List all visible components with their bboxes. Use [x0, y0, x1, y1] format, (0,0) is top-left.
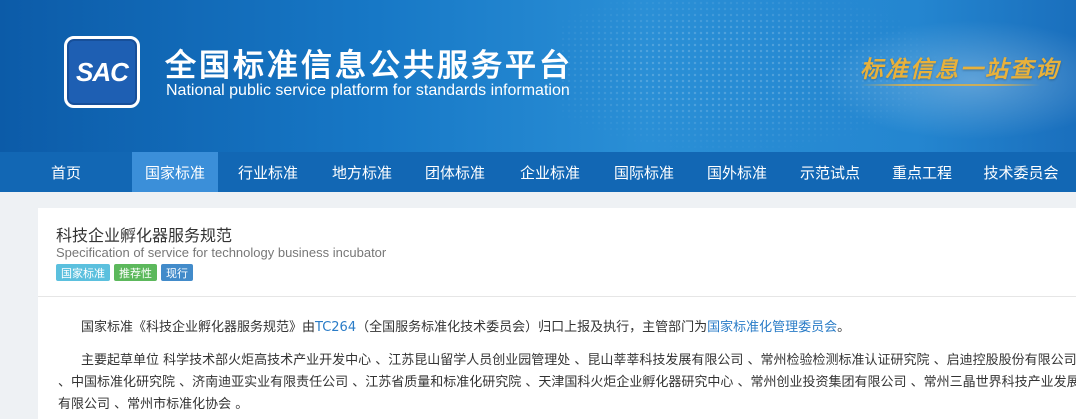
tag-recommended: 推荐性 [114, 264, 157, 281]
standard-tags: 国家标准 推荐性 现行 [56, 264, 193, 281]
site-title-en: National public service platform for sta… [166, 82, 570, 99]
standard-summary: 国家标准《科技企业孵化器服务规范》由TC264（全国服务标准化技术委员会）归口上… [81, 316, 850, 335]
nav-item-foreign-standards[interactable]: 国外标准 [692, 152, 782, 192]
nav-item-group-standards[interactable]: 团体标准 [406, 152, 504, 192]
tag-national-standard: 国家标准 [56, 264, 110, 281]
standard-detail-card: 科技企业孵化器服务规范 Specification of service for… [38, 208, 1076, 419]
site-title-cn: 全国标准信息公共服务平台 [165, 48, 573, 84]
summary-prefix: 国家标准《科技企业孵化器服务规范》由 [81, 320, 316, 335]
main-nav: 首页 国家标准 行业标准 地方标准 团体标准 企业标准 国际标准 国外标准 示范… [0, 152, 1076, 192]
drafting-units-line-2: 、中国标准化研究院 、济南迪亚实业有限责任公司 、江苏省质量和标准化研究院 、天… [58, 375, 1076, 390]
summary-middle: （全国服务标准化技术委员会）归口上报及执行，主管部门为 [356, 320, 708, 335]
tc264-link[interactable]: TC264 [315, 320, 356, 335]
drafting-units-line-1: 主要起草单位 科学技术部火炬高技术产业开发中心 、江苏昆山留学人员创业园管理处 … [81, 353, 1076, 368]
slogan-underline-decoration [860, 84, 1040, 86]
nav-item-enterprise-standards[interactable]: 企业标准 [504, 152, 596, 192]
site-header: SAC 全国标准信息公共服务平台 National public service… [0, 0, 1076, 152]
nav-item-key-projects[interactable]: 重点工程 [878, 152, 966, 192]
header-slogan: 标准信息一站查询 [860, 56, 1060, 83]
tag-current: 现行 [161, 264, 193, 281]
nav-item-demonstration-pilots[interactable]: 示范试点 [782, 152, 878, 192]
nav-item-home[interactable]: 首页 [0, 152, 132, 192]
standard-title-en: Specification of service for technology … [56, 245, 387, 260]
logo-text: SAC [76, 56, 129, 87]
drafting-units-line-3: 有限公司 、常州市标准化协会 。 [58, 397, 249, 412]
nav-item-technical-committees[interactable]: 技术委员会 [966, 152, 1076, 192]
nav-item-international-standards[interactable]: 国际标准 [596, 152, 692, 192]
nav-item-industry-standards[interactable]: 行业标准 [218, 152, 318, 192]
drafting-units: 主要起草单位 科学技术部火炬高技术产业开发中心 、江苏昆山留学人员创业园管理处 … [58, 350, 1076, 416]
sac-department-link[interactable]: 国家标准化管理委员会 [707, 320, 837, 335]
nav-item-national-standards[interactable]: 国家标准 [132, 152, 218, 192]
standard-title-cn: 科技企业孵化器服务规范 [56, 226, 233, 245]
section-divider [38, 296, 1076, 297]
sac-logo[interactable]: SAC [64, 36, 140, 108]
nav-item-local-standards[interactable]: 地方标准 [318, 152, 406, 192]
summary-suffix: 。 [837, 320, 851, 335]
